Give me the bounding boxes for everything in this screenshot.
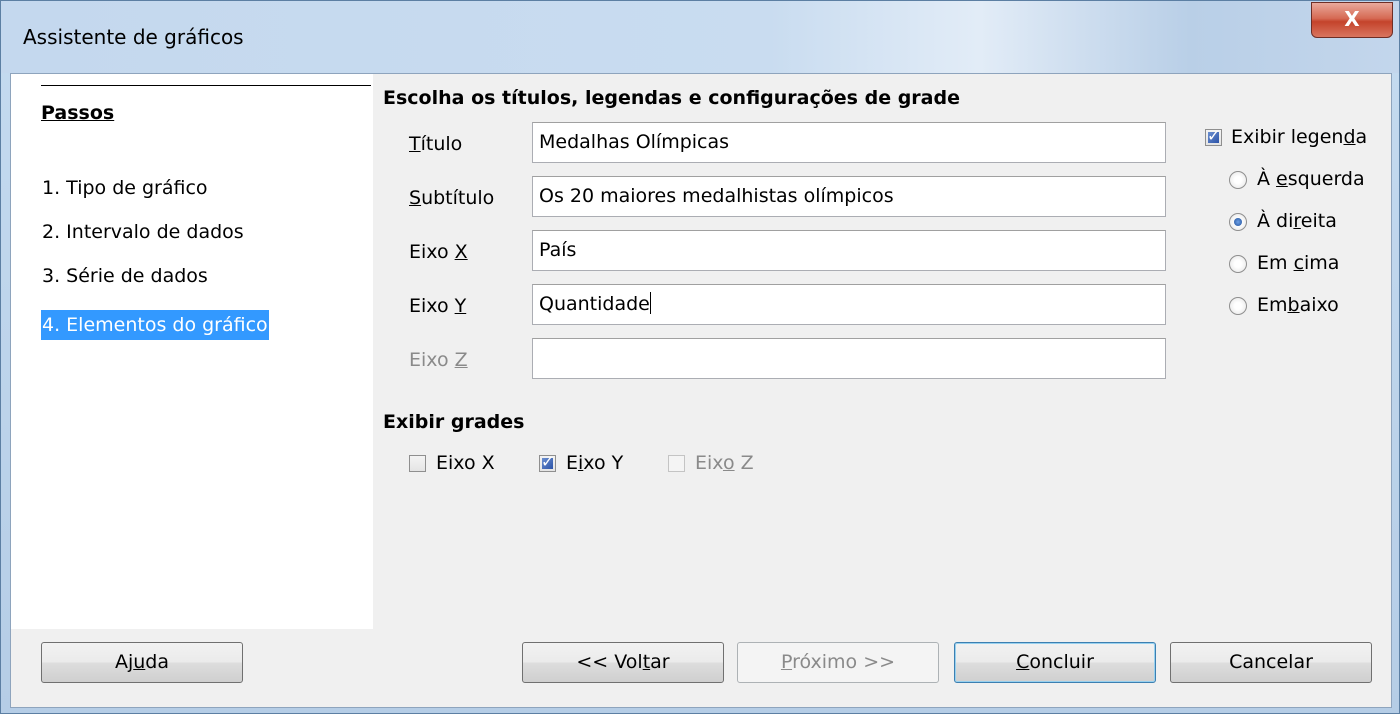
- steps-heading: Passos: [41, 102, 115, 124]
- step-chart-type[interactable]: 1. Tipo de gráfico: [41, 173, 209, 203]
- show-legend-checkbox[interactable]: ✓: [1205, 126, 1222, 146]
- steps-panel: Passos 1. Tipo de gráfico 2. Intervalo d…: [11, 74, 373, 629]
- y-axis-input[interactable]: Quantidade: [532, 284, 1166, 325]
- dialog-body: Passos 1. Tipo de gráfico 2. Intervalo d…: [10, 73, 1392, 708]
- y-axis-input-value: Quantidade: [539, 293, 650, 315]
- step-data-range[interactable]: 2. Intervalo de dados: [41, 217, 245, 247]
- title-bar: Assistente de gráficos X: [1, 1, 1399, 73]
- title-input[interactable]: Medalhas Olímpicas: [532, 122, 1166, 163]
- checkmark-icon: ✓: [1207, 126, 1221, 145]
- grid-x-label: Eixo X: [436, 452, 495, 474]
- subtitle-input[interactable]: Os 20 maiores medalhistas olímpicos: [532, 176, 1166, 217]
- titles-section-heading: Escolha os títulos, legendas e configura…: [383, 87, 960, 109]
- subtitle-label: Subtítulo: [409, 187, 494, 209]
- step-data-series[interactable]: 3. Série de dados: [41, 261, 209, 291]
- grid-y-label: Eixo Y: [566, 452, 624, 474]
- title-label-rest: ítulo: [420, 133, 463, 155]
- window-title: Assistente de gráficos: [23, 25, 244, 49]
- y-axis-label-mnemonic: Y: [454, 295, 467, 317]
- z-axis-label-mnemonic: Z: [454, 349, 468, 371]
- legend-bottom-label: Embaixo: [1257, 294, 1339, 316]
- grid-x-checkbox[interactable]: [409, 455, 426, 472]
- grid-z-label: Eixo Z: [695, 452, 754, 474]
- x-axis-label-prefix: Eixo: [409, 241, 455, 263]
- legend-right-radio[interactable]: [1229, 213, 1247, 231]
- x-axis-label-mnemonic: X: [454, 241, 468, 263]
- step-chart-elements[interactable]: 4. Elementos do gráfico: [41, 310, 269, 340]
- x-axis-label: Eixo X: [409, 241, 468, 263]
- z-axis-label-prefix: Eixo: [409, 349, 455, 371]
- legend-bottom-radio[interactable]: [1229, 297, 1247, 315]
- back-button[interactable]: << Voltar: [522, 642, 724, 683]
- text-caret: [649, 292, 651, 314]
- legend-left-radio[interactable]: [1229, 171, 1247, 189]
- y-axis-label: Eixo Y: [409, 295, 466, 317]
- cancel-button[interactable]: Cancelar: [1170, 642, 1372, 683]
- grid-z-checkbox[interactable]: [668, 455, 685, 472]
- title-label-mnemonic: T: [409, 133, 421, 155]
- steps-divider: [41, 85, 371, 86]
- z-axis-input[interactable]: [532, 338, 1166, 379]
- show-legend-label: Exibir legenda: [1231, 126, 1368, 148]
- grid-y-checkbox[interactable]: ✓: [539, 452, 556, 472]
- checkmark-icon: ✓: [541, 452, 555, 471]
- legend-top-label: Em cima: [1257, 252, 1340, 274]
- legend-top-radio[interactable]: [1229, 255, 1247, 273]
- legend-right-label: À direita: [1257, 210, 1337, 232]
- y-axis-label-prefix: Eixo: [409, 295, 455, 317]
- subtitle-label-rest: ubtítulo: [421, 187, 495, 209]
- close-button[interactable]: X: [1311, 2, 1393, 38]
- legend-left-label: À esquerda: [1257, 168, 1365, 190]
- z-axis-label: Eixo Z: [409, 349, 468, 371]
- x-axis-input[interactable]: País: [532, 230, 1166, 271]
- grids-section-heading: Exibir grades: [383, 411, 525, 433]
- help-button[interactable]: Ajuda: [41, 642, 243, 683]
- finish-button[interactable]: Concluir: [954, 642, 1156, 683]
- chart-wizard-dialog: Assistente de gráficos X Passos 1. Tipo …: [0, 0, 1400, 714]
- next-button[interactable]: Próximo >>: [737, 642, 939, 683]
- subtitle-label-mnemonic: S: [409, 187, 422, 209]
- title-label: Título: [409, 133, 462, 155]
